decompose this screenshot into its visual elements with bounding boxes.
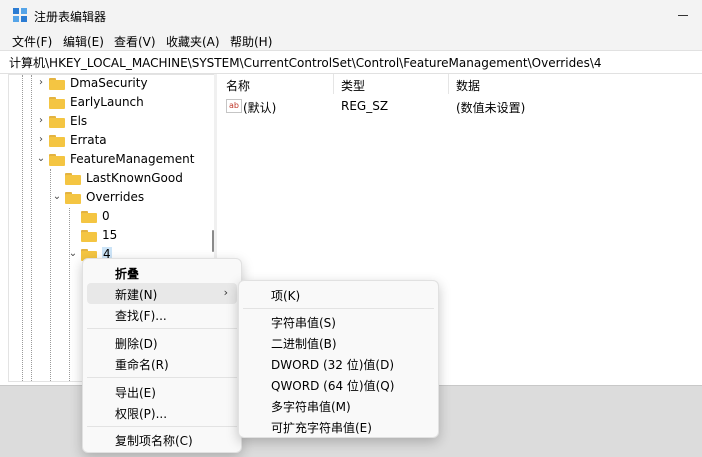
folder-icon — [49, 97, 65, 109]
menu-item-export[interactable]: 导出(E) — [87, 381, 237, 402]
tree-node-label: Els — [70, 114, 88, 128]
menu-item-find[interactable]: 查找(F)... — [87, 304, 237, 325]
column-header-data[interactable]: 数据 — [456, 77, 480, 94]
value-name[interactable]: (默认) — [243, 99, 276, 116]
menu-item-label: 查找(F)... — [115, 309, 167, 323]
tree-node-label: EarlyLaunch — [70, 95, 144, 109]
menu-bar: 文件(F) 编辑(E) 查看(V) 收藏夹(A) 帮助(H) — [0, 30, 702, 50]
tree-node-label: 0 — [102, 209, 110, 223]
menu-item-label: 权限(P)... — [115, 407, 168, 421]
folder-icon — [65, 173, 81, 185]
value-data: (数值未设置) — [456, 101, 526, 115]
registry-app-icon — [13, 8, 27, 22]
minimize-button[interactable] — [672, 6, 694, 24]
value-type: REG_SZ — [341, 99, 389, 113]
menu-item-label: 导出(E) — [115, 386, 156, 400]
menu-favorites[interactable]: 收藏夹(A) — [166, 33, 220, 50]
submenu-item-key[interactable]: 项(K) — [243, 284, 434, 305]
column-header-name[interactable]: 名称 — [226, 77, 250, 94]
tree-node-els[interactable]: › Els — [9, 113, 209, 132]
menu-item-label: 折叠 — [115, 267, 140, 281]
folder-icon — [49, 116, 65, 128]
folder-open-icon — [49, 154, 65, 166]
column-header-type[interactable]: 类型 — [341, 77, 365, 94]
menu-file[interactable]: 文件(F) — [12, 33, 52, 50]
folder-icon — [81, 211, 97, 223]
chevron-down-icon[interactable]: ⌄ — [52, 191, 62, 202]
chevron-down-icon[interactable]: ⌄ — [36, 153, 46, 164]
folder-icon — [49, 135, 65, 147]
menu-item-new[interactable]: 新建(N) › — [87, 283, 237, 304]
chevron-right-icon: › — [223, 286, 228, 299]
tree-node-label: FeatureManagement — [70, 152, 195, 166]
tree-node-featuremanagement[interactable]: ⌄ FeatureManagement — [9, 151, 209, 170]
menu-item-permissions[interactable]: 权限(P)... — [87, 402, 237, 423]
chevron-right-icon[interactable]: › — [36, 134, 46, 145]
menu-item-label: 删除(D) — [115, 337, 158, 351]
menu-item-label: 复制项名称(C) — [115, 434, 193, 448]
tree-node-15[interactable]: 15 — [9, 227, 209, 246]
tree-node-label: Overrides — [86, 190, 145, 204]
menu-item-label: 新建(N) — [115, 288, 158, 302]
address-path: 计算机\HKEY_LOCAL_MACHINE\SYSTEM\CurrentCon… — [9, 56, 602, 70]
menu-help[interactable]: 帮助(H) — [230, 33, 272, 50]
tree-node-label: 15 — [102, 228, 118, 242]
column-divider[interactable] — [333, 74, 334, 94]
menu-view[interactable]: 查看(V) — [114, 33, 156, 50]
tree-node-dmasecurity[interactable]: › DmaSecurity — [9, 75, 209, 94]
title-bar: 注册表编辑器 — [0, 0, 702, 30]
chevron-right-icon[interactable]: › — [36, 115, 46, 126]
submenu-item-expandable-string-value[interactable]: 可扩充字符串值(E) — [243, 416, 434, 437]
menu-item-collapse[interactable]: 折叠 — [87, 262, 237, 283]
window-title: 注册表编辑器 — [34, 10, 107, 24]
menu-separator — [87, 328, 237, 329]
chevron-down-icon[interactable]: ⌄ — [68, 248, 78, 259]
chevron-right-icon[interactable]: › — [36, 77, 46, 88]
folder-open-icon — [65, 192, 81, 204]
tree-node-label: LastKnownGood — [86, 171, 183, 185]
menu-item-label: DWORD (32 位)值(D) — [271, 358, 394, 372]
menu-item-rename[interactable]: 重命名(R) — [87, 353, 237, 374]
menu-item-label: 项(K) — [271, 289, 301, 303]
menu-separator — [243, 308, 434, 309]
menu-item-label: 多字符串值(M) — [271, 400, 351, 414]
menu-item-label: 二进制值(B) — [271, 337, 337, 351]
menu-item-label: 可扩充字符串值(E) — [271, 421, 372, 435]
menu-item-label: 重命名(R) — [115, 358, 169, 372]
address-bar[interactable]: 计算机\HKEY_LOCAL_MACHINE\SYSTEM\CurrentCon… — [0, 50, 702, 74]
menu-edit[interactable]: 编辑(E) — [63, 33, 104, 50]
submenu-item-string-value[interactable]: 字符串值(S) — [243, 311, 434, 332]
submenu-item-dword-value[interactable]: DWORD (32 位)值(D) — [243, 353, 434, 374]
tree-node-overrides[interactable]: ⌄ Overrides — [9, 189, 209, 208]
menu-separator — [87, 426, 237, 427]
menu-item-label: QWORD (64 位)值(Q) — [271, 379, 395, 393]
tree-node-lastknowngood[interactable]: LastKnownGood — [9, 170, 209, 189]
column-divider[interactable] — [448, 74, 449, 94]
tree-node-errata[interactable]: › Errata — [9, 132, 209, 151]
menu-item-label: 字符串值(S) — [271, 316, 336, 330]
submenu-item-binary-value[interactable]: 二进制值(B) — [243, 332, 434, 353]
folder-icon — [81, 230, 97, 242]
tree-node-earlylaunch[interactable]: EarlyLaunch — [9, 94, 209, 113]
string-value-icon: ab — [226, 99, 242, 113]
menu-item-copy-key-name[interactable]: 复制项名称(C) — [87, 429, 237, 450]
submenu-item-multi-string-value[interactable]: 多字符串值(M) — [243, 395, 434, 416]
folder-icon — [49, 78, 65, 90]
tree-node-label: DmaSecurity — [70, 76, 148, 90]
tree-node-label: Errata — [70, 133, 107, 147]
new-submenu: 项(K) 字符串值(S) 二进制值(B) DWORD (32 位)值(D) QW… — [238, 280, 439, 438]
tree-node-0[interactable]: 0 — [9, 208, 209, 227]
submenu-item-qword-value[interactable]: QWORD (64 位)值(Q) — [243, 374, 434, 395]
menu-item-delete[interactable]: 删除(D) — [87, 332, 237, 353]
menu-separator — [87, 377, 237, 378]
context-menu: 折叠 新建(N) › 查找(F)... 删除(D) 重命名(R) 导出(E) 权限… — [82, 258, 242, 453]
